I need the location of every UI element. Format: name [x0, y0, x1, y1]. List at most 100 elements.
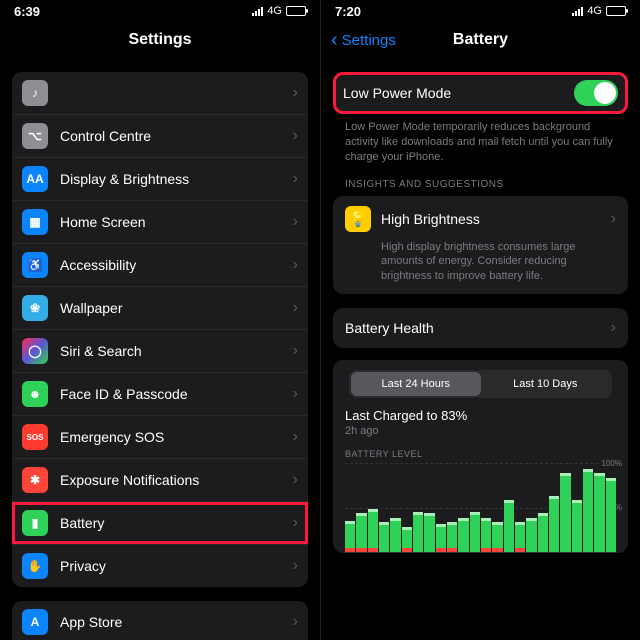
battery-icon: ▮: [22, 510, 48, 536]
row-label: Battery: [48, 515, 293, 531]
chevron-right-icon: ›: [293, 213, 298, 231]
status-bar: 7:20 4G: [321, 0, 640, 22]
settings-row-faceid[interactable]: ☻Face ID & Passcode›: [12, 373, 308, 416]
chart-bar: [424, 516, 434, 552]
status-time: 7:20: [335, 4, 361, 19]
settings-row-siri[interactable]: ◯Siri & Search›: [12, 330, 308, 373]
chart-bar: [549, 499, 559, 552]
page-title: Settings: [128, 31, 191, 49]
chart-bar: [413, 515, 423, 552]
status-bar: 6:39 4G: [0, 0, 320, 22]
chart-bar: [458, 521, 468, 552]
faceid-icon: ☻: [22, 381, 48, 407]
segment-10d[interactable]: Last 10 Days: [481, 372, 611, 396]
row-label: Siri & Search: [48, 343, 293, 359]
last-charged-title: Last Charged to 83%: [345, 408, 616, 423]
chart-bar: [447, 525, 457, 552]
chart-bar: [560, 476, 570, 552]
y-axis-100: 100%: [602, 459, 622, 468]
segment-24h[interactable]: Last 24 Hours: [351, 372, 481, 396]
chart-bar: [345, 524, 355, 552]
display-icon: AA: [22, 166, 48, 192]
nav-bar: ‹ Settings Battery: [321, 22, 640, 58]
lpm-label: Low Power Mode: [343, 85, 574, 101]
settings-row-sos[interactable]: SOSEmergency SOS›: [12, 416, 308, 459]
chart-bar: [379, 525, 389, 552]
chevron-left-icon: ‹: [331, 30, 338, 50]
settings-row-accessibility[interactable]: ♿Accessibility›: [12, 244, 308, 287]
battery-usage-block: Last 24 Hours Last 10 Days Last Charged …: [333, 360, 628, 553]
network-label: 4G: [587, 5, 602, 17]
chart-bar: [538, 516, 548, 552]
settings-row-appstore[interactable]: AApp Store›: [12, 601, 308, 640]
battery-level-chart: 100% 50%: [345, 463, 616, 553]
chart-bar: [470, 515, 480, 552]
settings-row-sounds[interactable]: ♪›: [12, 72, 308, 115]
chart-bar: [515, 525, 525, 552]
settings-row-wallpaper[interactable]: ❀Wallpaper›: [12, 287, 308, 330]
battery-health-row[interactable]: Battery Health ›: [333, 308, 628, 348]
settings-row-battery[interactable]: ▮Battery›: [12, 502, 308, 545]
back-button[interactable]: ‹ Settings: [331, 22, 396, 58]
settings-row-exposure[interactable]: ✱Exposure Notifications›: [12, 459, 308, 502]
settings-group-general: ♪›⌥Control Centre›AADisplay & Brightness…: [12, 72, 308, 587]
exposure-icon: ✱: [22, 467, 48, 493]
page-title: Battery: [453, 31, 508, 49]
settings-row-home[interactable]: ▦Home Screen›: [12, 201, 308, 244]
chart-bar: [390, 521, 400, 552]
chart-bar: [436, 527, 446, 552]
insights-header: INSIGHTS AND SUGGESTIONS: [333, 165, 628, 196]
chevron-right-icon: ›: [293, 84, 298, 102]
accessibility-icon: ♿: [22, 252, 48, 278]
row-label: Emergency SOS: [48, 429, 293, 445]
chart-bar: [481, 521, 491, 552]
chart-bar: [583, 472, 593, 552]
chart-bar: [504, 503, 514, 552]
status-indicators: 4G: [252, 5, 306, 17]
battery-health-label: Battery Health: [345, 320, 611, 336]
chart-bar: [572, 503, 582, 552]
insight-high-brightness[interactable]: 💡 High Brightness › High display brightn…: [333, 196, 628, 295]
chevron-right-icon: ›: [611, 319, 616, 337]
settings-screen: 6:39 4G Settings ♪›⌥Control Centre›AADis…: [0, 0, 320, 640]
chart-bar: [594, 476, 604, 552]
status-indicators: 4G: [572, 5, 626, 17]
settings-group-apps: AApp Store›▭Wallet›: [12, 601, 308, 640]
settings-row-privacy[interactable]: ✋Privacy›: [12, 545, 308, 587]
sounds-icon: ♪: [22, 80, 48, 106]
sos-icon: SOS: [22, 424, 48, 450]
row-label: Control Centre: [48, 128, 293, 144]
signal-icon: [252, 6, 263, 16]
chart-bar: [368, 512, 378, 552]
chevron-right-icon: ›: [293, 127, 298, 145]
low-power-mode-row[interactable]: Low Power Mode: [333, 72, 628, 114]
chevron-right-icon: ›: [293, 342, 298, 360]
home-icon: ▦: [22, 209, 48, 235]
insight-body: High display brightness consumes large a…: [345, 232, 616, 285]
chevron-right-icon: ›: [611, 210, 616, 228]
chevron-right-icon: ›: [293, 170, 298, 188]
chart-bar: [492, 525, 502, 552]
row-label: App Store: [48, 614, 293, 630]
row-label: Privacy: [48, 558, 293, 574]
settings-row-control[interactable]: ⌥Control Centre›: [12, 115, 308, 158]
chevron-right-icon: ›: [293, 514, 298, 532]
chart-bar: [402, 530, 412, 552]
privacy-icon: ✋: [22, 553, 48, 579]
chevron-right-icon: ›: [293, 299, 298, 317]
last-charged-sub: 2h ago: [345, 423, 616, 437]
time-range-segmented[interactable]: Last 24 Hours Last 10 Days: [349, 370, 612, 398]
battery-icon: [286, 6, 306, 16]
network-label: 4G: [267, 5, 282, 17]
battery-screen: 7:20 4G ‹ Settings Battery Low Power Mod…: [320, 0, 640, 640]
chevron-right-icon: ›: [293, 471, 298, 489]
control-icon: ⌥: [22, 123, 48, 149]
row-label: Accessibility: [48, 257, 293, 273]
wallpaper-icon: ❀: [22, 295, 48, 321]
lpm-toggle[interactable]: [574, 80, 618, 106]
settings-row-display[interactable]: AADisplay & Brightness›: [12, 158, 308, 201]
status-time: 6:39: [14, 4, 40, 19]
battery-icon: [606, 6, 626, 16]
insight-title: High Brightness: [371, 211, 611, 227]
lpm-description: Low Power Mode temporarily reduces backg…: [333, 114, 628, 165]
